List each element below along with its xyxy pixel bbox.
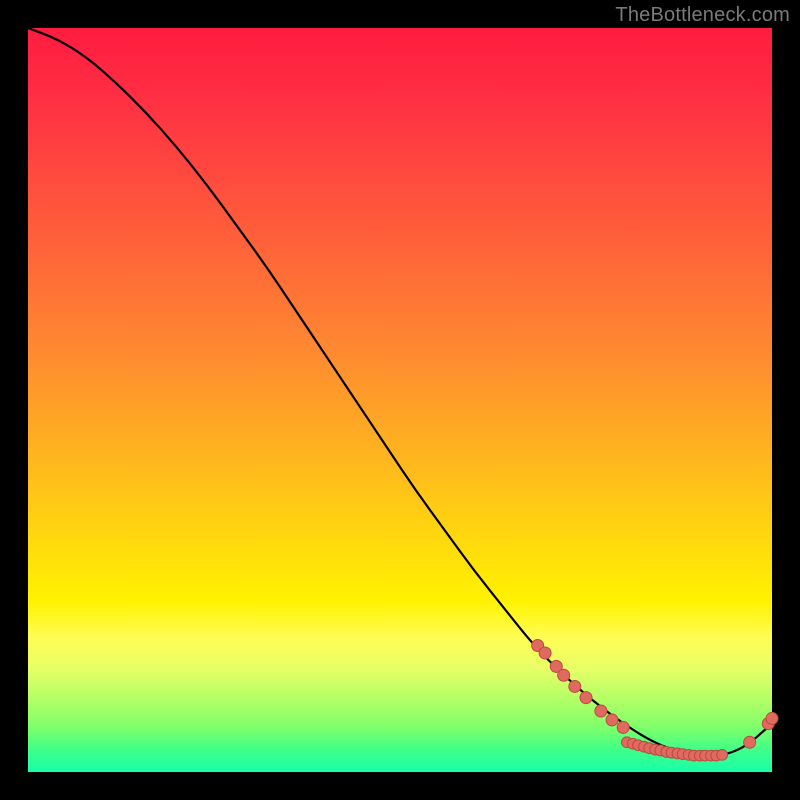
data-point-marker — [558, 669, 570, 681]
data-point-marker — [617, 721, 629, 733]
data-point-marker — [717, 749, 728, 760]
data-point-marker — [580, 692, 592, 704]
data-point-marker — [606, 714, 618, 726]
plot-overlay-svg — [28, 28, 772, 772]
watermark-text: TheBottleneck.com — [615, 4, 790, 27]
chart-stage: TheBottleneck.com — [0, 0, 800, 800]
data-point-marker — [595, 705, 607, 717]
data-point-marker — [539, 647, 551, 659]
bottleneck-curve — [28, 28, 772, 756]
data-point-marker — [569, 680, 581, 692]
data-point-marker — [766, 712, 778, 724]
data-point-marker — [744, 736, 756, 748]
